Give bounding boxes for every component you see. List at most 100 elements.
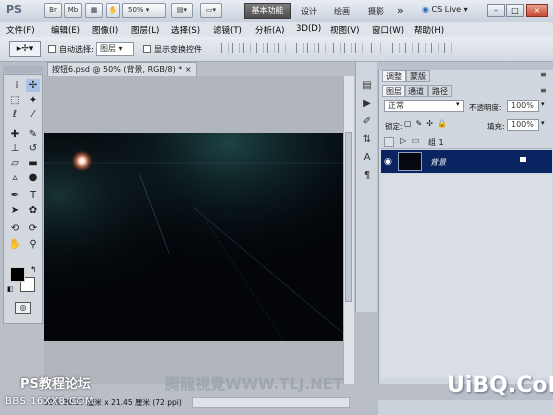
align-right-icon[interactable]: [278, 43, 286, 53]
clone-source-panel-icon[interactable]: ⇅: [361, 134, 373, 146]
background-layer-name[interactable]: 背景: [430, 157, 446, 168]
group-layer-name[interactable]: 组 1: [428, 137, 444, 148]
menu-filter[interactable]: 滤镜(T): [213, 24, 242, 36]
auto-align-icon[interactable]: [371, 43, 381, 53]
arrange-documents-button[interactable]: ▤▾: [171, 3, 193, 18]
actions-panel-icon[interactable]: ▶: [361, 98, 373, 110]
menu-file[interactable]: 文件(F): [6, 24, 35, 36]
tool-preset-picker[interactable]: ▸✢▾: [9, 41, 41, 57]
panel-menu-icon[interactable]: ≡: [540, 70, 547, 79]
layer-visibility-eye-icon[interactable]: ◉: [384, 157, 392, 167]
view-extras-button[interactable]: ▦: [85, 3, 103, 18]
minimize-button[interactable]: –: [487, 4, 505, 17]
3d-rotate-icon[interactable]: [392, 43, 400, 53]
document-tab[interactable]: 按钮6.psd @ 50% (背景, RGB/8) * ×: [47, 62, 197, 76]
vertical-scroll-thumb[interactable]: [345, 132, 352, 302]
maximize-button[interactable]: □: [506, 4, 524, 17]
panel-collapse-icon[interactable]: ⁞: [10, 79, 24, 92]
type-tool-icon[interactable]: T: [26, 189, 40, 202]
hand-tool-icon[interactable]: ✋: [8, 238, 22, 251]
screen-mode-button[interactable]: ▭▾: [200, 3, 222, 18]
align-vcenter-icon[interactable]: [232, 43, 240, 53]
3d-object-rotate-icon[interactable]: ⟲: [8, 222, 22, 235]
workspace-design[interactable]: 设计: [301, 6, 317, 17]
foreground-color-front[interactable]: [10, 267, 25, 282]
align-bottom-icon[interactable]: [243, 43, 251, 53]
3d-slide-icon[interactable]: [431, 43, 439, 53]
paragraph-panel-icon[interactable]: ¶: [361, 170, 373, 182]
mini-bridge-button[interactable]: Mb: [64, 3, 82, 18]
3d-roll-icon[interactable]: [405, 43, 413, 53]
tab-paths[interactable]: 路径: [428, 85, 452, 97]
tools-panel-header[interactable]: [3, 66, 43, 73]
dodge-tool-icon[interactable]: ●: [26, 171, 40, 184]
fill-input[interactable]: 100%: [507, 119, 539, 131]
custom-shape-icon[interactable]: ✿: [26, 204, 40, 217]
right-panel-header[interactable]: [378, 62, 553, 70]
move-tool-icon[interactable]: ✢: [26, 79, 40, 92]
auto-select-checkbox[interactable]: [48, 45, 56, 53]
workspace-essentials-button[interactable]: 基本功能: [244, 3, 291, 19]
lock-icons[interactable]: ▢✎✢🔒: [404, 119, 451, 128]
group-expand-icon[interactable]: ▷: [400, 136, 406, 145]
eraser-tool-icon[interactable]: ▱: [8, 157, 22, 170]
menu-select[interactable]: 选择(S): [171, 24, 200, 36]
cs-live-button[interactable]: ◉ CS Live ▾: [422, 5, 480, 18]
gradient-tool-icon[interactable]: ▬: [26, 157, 40, 170]
align-hcenter-icon[interactable]: [267, 43, 275, 53]
tab-layers[interactable]: 图层: [382, 85, 406, 97]
menu-edit[interactable]: 编辑(E): [51, 24, 80, 36]
menu-3d[interactable]: 3D(D): [296, 24, 321, 34]
blend-mode-dropdown[interactable]: 正常: [384, 100, 464, 112]
group-visibility-icon[interactable]: [384, 137, 394, 147]
distribute-bottom-icon[interactable]: [318, 43, 326, 53]
lasso-tool-icon[interactable]: ℓ: [8, 108, 22, 121]
show-transform-checkbox[interactable]: [143, 45, 151, 53]
menu-view[interactable]: 视图(V): [330, 24, 359, 36]
layers-panel-menu-icon[interactable]: ≡: [540, 86, 547, 95]
opacity-slider-chevron-icon[interactable]: ▾: [541, 100, 545, 108]
swap-colors-icon[interactable]: ↰: [30, 265, 37, 274]
brushes-panel-icon[interactable]: ✐: [361, 116, 373, 128]
brush-tool-icon[interactable]: ✎: [26, 128, 40, 141]
fill-slider-chevron-icon[interactable]: ▾: [541, 119, 545, 127]
3d-drag-icon[interactable]: [418, 43, 426, 53]
auto-select-dropdown[interactable]: 图层 ▾: [96, 42, 134, 56]
3d-camera-rotate-icon[interactable]: ⟳: [26, 222, 40, 235]
document-canvas[interactable]: [44, 133, 343, 341]
menu-window[interactable]: 窗口(W): [372, 24, 404, 36]
menu-analysis[interactable]: 分析(A): [255, 24, 284, 36]
distribute-left-icon[interactable]: [333, 43, 341, 53]
workspace-painting[interactable]: 绘画: [334, 6, 350, 17]
character-panel-icon[interactable]: A: [361, 152, 373, 164]
magic-wand-icon[interactable]: ✦: [26, 94, 40, 107]
bridge-button[interactable]: Br: [44, 3, 62, 18]
history-brush-icon[interactable]: ↺: [26, 142, 40, 155]
zoom-tool-icon[interactable]: ⚲: [26, 238, 40, 251]
hand-tool-button[interactable]: ✋: [106, 3, 120, 18]
distribute-top-icon[interactable]: [296, 43, 304, 53]
menu-layer[interactable]: 图层(L): [131, 24, 159, 36]
zoom-level-select[interactable]: 50% ▾: [122, 3, 166, 18]
document-tab-close-icon[interactable]: ×: [185, 65, 192, 74]
horizontal-scrollbar[interactable]: [192, 397, 350, 408]
quick-mask-icon[interactable]: ◎: [15, 302, 31, 314]
align-top-icon[interactable]: [221, 43, 229, 53]
align-left-icon[interactable]: [256, 43, 264, 53]
close-button[interactable]: ×: [526, 4, 548, 17]
eyedropper-tool-icon[interactable]: ⁄: [26, 108, 40, 121]
workspace-photography[interactable]: 摄影: [368, 6, 384, 17]
default-colors-icon[interactable]: ◧: [7, 285, 14, 293]
blur-tool-icon[interactable]: ▵: [8, 171, 22, 184]
layer-row-group[interactable]: [381, 135, 552, 149]
opacity-input[interactable]: 100%: [507, 100, 539, 112]
tab-masks[interactable]: 蒙版: [406, 70, 430, 82]
healing-brush-icon[interactable]: ✚: [8, 128, 22, 141]
menu-image[interactable]: 图像(I): [92, 24, 118, 36]
history-panel-icon[interactable]: ▤: [361, 80, 373, 92]
distribute-vcenter-icon[interactable]: [307, 43, 315, 53]
distribute-right-icon[interactable]: [355, 43, 363, 53]
tab-channels[interactable]: 通道: [404, 85, 428, 97]
tab-adjustments[interactable]: 调整: [382, 70, 406, 82]
3d-scale-icon[interactable]: [444, 43, 452, 53]
